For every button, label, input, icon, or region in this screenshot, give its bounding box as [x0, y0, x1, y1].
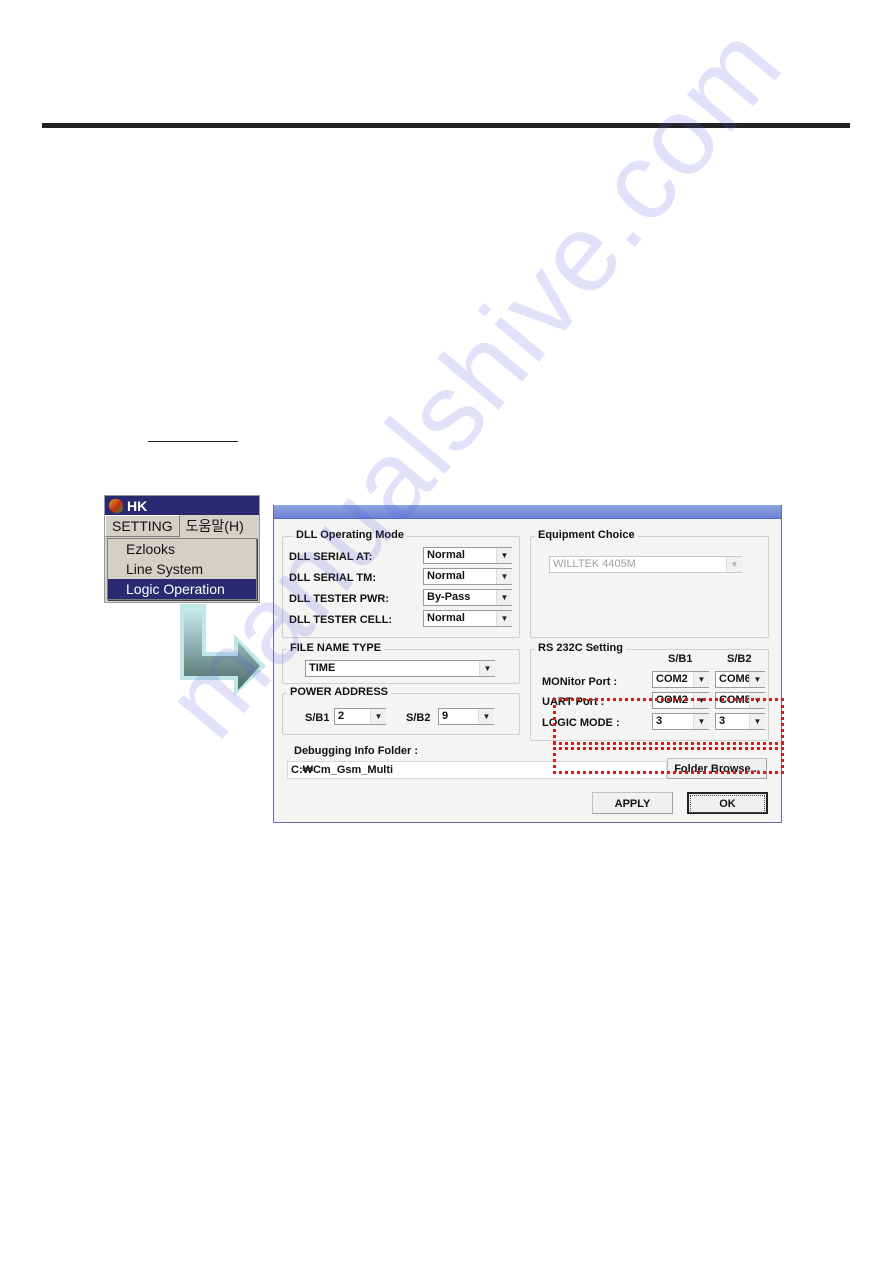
text-underline [148, 441, 238, 442]
ok-button-label: OK [690, 795, 765, 813]
select-value: WILLTEK 4405M [553, 558, 636, 570]
col-header-sb2: S/B2 [727, 653, 752, 665]
file-name-type-group: FILE NAME TYPE TIME ▼ [282, 642, 520, 684]
select-value: Normal [427, 612, 465, 624]
select-value: Normal [427, 549, 465, 561]
chevron-down-icon[interactable]: ▼ [496, 590, 512, 605]
power-sb1-select[interactable]: 2 ▼ [334, 708, 386, 725]
equipment-choice-group: Equipment Choice WILLTEK 4405M ▼ [530, 529, 769, 638]
menu-item-ezlooks[interactable]: Ezlooks [108, 539, 256, 559]
dll-serial-tm-label: DLL SERIAL TM: [289, 572, 376, 584]
ok-button[interactable]: OK [687, 792, 768, 814]
chevron-down-icon[interactable]: ▼ [749, 672, 765, 687]
dll-operating-mode-group: DLL Operating Mode DLL SERIAL AT: Normal… [282, 529, 520, 638]
app-window-menu: HK SETTING 도움말(H) Ezlooks Line System Lo… [104, 495, 260, 603]
dll-serial-at-label: DLL SERIAL AT: [289, 551, 373, 563]
chevron-down-icon[interactable]: ▼ [693, 672, 709, 687]
chevron-down-icon[interactable]: ▼ [479, 661, 495, 676]
group-title: FILE NAME TYPE [287, 642, 385, 654]
setting-dropdown: Ezlooks Line System Logic Operation [107, 538, 257, 600]
group-title: POWER ADDRESS [287, 686, 391, 698]
dll-serial-tm-select[interactable]: Normal ▼ [423, 568, 512, 585]
select-value: By-Pass [427, 591, 471, 603]
app-title: HK [127, 497, 148, 514]
apply-button[interactable]: APPLY [592, 792, 673, 814]
chevron-down-icon[interactable]: ▼ [726, 557, 742, 572]
menu-item-logic-operation[interactable]: Logic Operation [108, 579, 256, 599]
header-rule [42, 123, 850, 128]
logic-operation-dialog: DLL Operating Mode DLL SERIAL AT: Normal… [273, 505, 782, 823]
monitor-port-sb1-select[interactable]: COM2 ▼ [652, 671, 709, 688]
app-title-bar: HK [105, 496, 259, 515]
select-value: TIME [309, 662, 336, 674]
debug-folder-label: Debugging Info Folder : [294, 745, 419, 757]
highlight-box-folder-browse [553, 742, 784, 774]
chevron-down-icon[interactable]: ▼ [496, 548, 512, 563]
select-value: COM6 [719, 673, 751, 685]
power-sb1-label: S/B1 [305, 712, 330, 724]
equipment-select[interactable]: WILLTEK 4405M ▼ [549, 556, 742, 573]
menu-help[interactable]: 도움말(H) [180, 516, 250, 536]
chevron-down-icon[interactable]: ▼ [370, 709, 386, 724]
select-value: Normal [427, 570, 465, 582]
chevron-down-icon[interactable]: ▼ [496, 611, 512, 626]
dll-tester-pwr-label: DLL TESTER PWR: [289, 593, 390, 605]
menubar: SETTING 도움말(H) [105, 515, 259, 537]
dialog-title-bar [274, 505, 781, 519]
group-title: DLL Operating Mode [293, 529, 407, 541]
monitor-port-label: MONitor Port : [542, 676, 618, 688]
file-name-type-select[interactable]: TIME ▼ [305, 660, 495, 677]
dll-tester-cell-label: DLL TESTER CELL: [289, 614, 393, 626]
power-sb2-select[interactable]: 9 ▼ [438, 708, 494, 725]
col-header-sb1: S/B1 [668, 653, 693, 665]
select-value: COM2 [656, 673, 688, 685]
group-title: RS 232C Setting [535, 642, 626, 654]
group-title: Equipment Choice [535, 529, 638, 541]
select-value: 9 [442, 710, 449, 722]
power-sb2-label: S/B2 [406, 712, 431, 724]
select-value: 2 [338, 710, 345, 722]
dll-tester-cell-select[interactable]: Normal ▼ [423, 610, 512, 627]
chevron-down-icon[interactable]: ▼ [478, 709, 494, 724]
monitor-port-sb2-select[interactable]: COM6 ▼ [715, 671, 765, 688]
menu-setting[interactable]: SETTING [105, 515, 180, 537]
app-logo-icon [109, 498, 123, 513]
chevron-down-icon[interactable]: ▼ [496, 569, 512, 584]
menu-item-line-system[interactable]: Line System [108, 559, 256, 579]
arrow-right-icon [180, 604, 266, 696]
power-address-group: POWER ADDRESS S/B1 2 ▼ S/B2 9 ▼ [282, 686, 520, 735]
dll-tester-pwr-select[interactable]: By-Pass ▼ [423, 589, 512, 606]
dll-serial-at-select[interactable]: Normal ▼ [423, 547, 512, 564]
